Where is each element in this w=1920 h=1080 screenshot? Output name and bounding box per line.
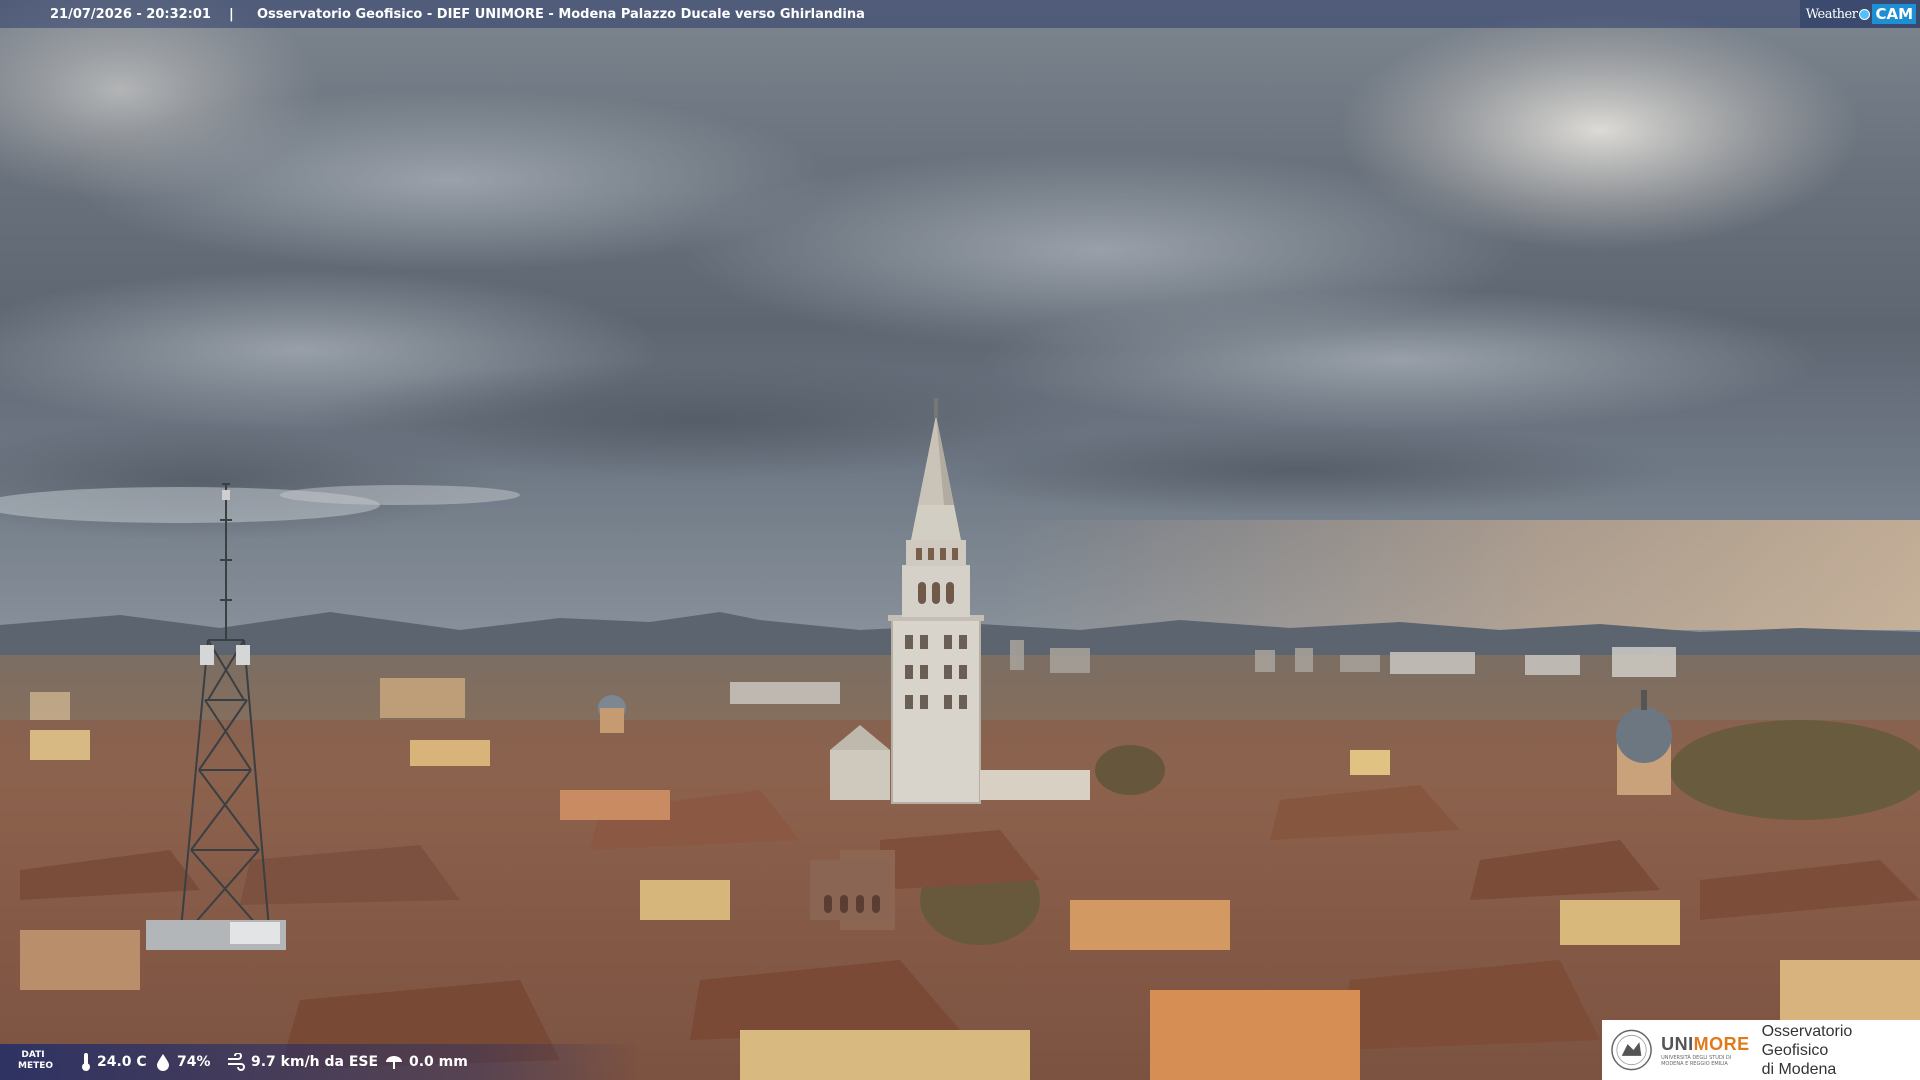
- meteo-label: DATI METEO: [18, 1050, 54, 1071]
- webcam-scene: [0, 0, 1920, 1080]
- rain-reading: 0.0 mm: [384, 1044, 468, 1080]
- weathercam-logo: Weather CAM: [1799, 0, 1920, 28]
- observatory-line1: Osservatorio Geofisico: [1761, 1022, 1853, 1059]
- university-seal-icon: [1611, 1029, 1652, 1071]
- observatory-line2: di Modena: [1761, 1060, 1837, 1078]
- timestamp: 21/07/2026 - 20:32:01: [50, 7, 211, 22]
- weathercam-dot-icon: [1859, 8, 1871, 20]
- rain-value: 0.0 mm: [409, 1054, 468, 1070]
- camera-info-bar: 21/07/2026 - 20:32:01 | Osservatorio Geo…: [0, 0, 1920, 28]
- weathercam-word: Weather: [1805, 6, 1858, 22]
- unimore-brand: UNIMORE UNIVERSITÀ DEGLI STUDI DI MODENA…: [1661, 1034, 1750, 1067]
- temperature-value: 24.0 C: [97, 1054, 147, 1070]
- humidity-value: 74%: [177, 1054, 211, 1070]
- wind-value: 9.7 km/h da ESE: [251, 1054, 379, 1070]
- humidity-reading: 74%: [154, 1044, 211, 1080]
- observatory-name: Osservatorio Geofisico di Modena: [1762, 1022, 1920, 1079]
- brand-uni: UNI: [1661, 1033, 1694, 1054]
- separator: |: [229, 7, 234, 22]
- thermometer-icon: [82, 1053, 90, 1071]
- unimore-logo: UNIMORE UNIVERSITÀ DEGLI STUDI DI MODENA…: [1602, 1020, 1920, 1080]
- brand-more: MORE: [1693, 1033, 1750, 1054]
- rain-icon: [386, 1056, 402, 1069]
- weathercam-cam: CAM: [1872, 4, 1916, 24]
- wind-reading: 9.7 km/h da ESE: [226, 1044, 378, 1080]
- weather-data-strip: DATI METEO 24.0 C 74% 9.7 km/h da ESE 0.…: [0, 1044, 640, 1080]
- camera-title: Osservatorio Geofisico - DIEF UNIMORE - …: [257, 7, 865, 22]
- humidity-drop-icon: [157, 1054, 169, 1071]
- wind-icon: [228, 1053, 245, 1071]
- temperature-reading: 24.0 C: [80, 1044, 147, 1080]
- university-name: UNIVERSITÀ DEGLI STUDI DI MODENA E REGGI…: [1661, 1054, 1732, 1067]
